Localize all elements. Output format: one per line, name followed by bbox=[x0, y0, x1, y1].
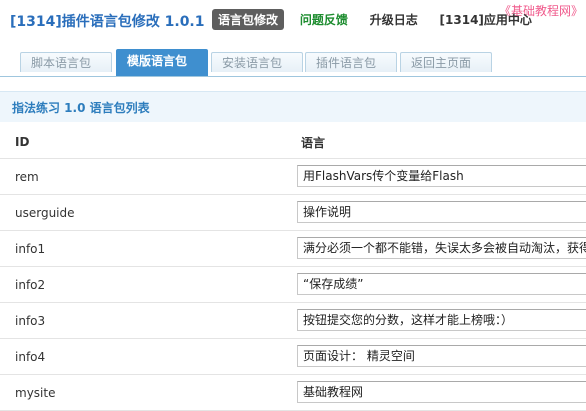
row-id: info3 bbox=[15, 314, 46, 328]
value-input[interactable]: 满分必须一个都不能错，失误太多会被自动淘汰，获得 bbox=[297, 237, 586, 259]
nav-language-pack-edit[interactable]: 语言包修改 bbox=[212, 9, 285, 30]
language-table: ID 语言 rem 用FlashVars传个变量给Flash userguide… bbox=[0, 124, 586, 411]
tab-plugin-language-pack[interactable]: 插件语言包 bbox=[305, 52, 397, 72]
row-id: mysite bbox=[15, 386, 56, 400]
table-row: info1 满分必须一个都不能错，失误太多会被自动淘汰，获得 bbox=[0, 231, 586, 267]
nav-app-center[interactable]: [1314]应用中心 bbox=[434, 9, 538, 30]
row-id: info1 bbox=[15, 242, 46, 256]
nav-changelog[interactable]: 升级日志 bbox=[364, 9, 424, 30]
column-header-id: ID bbox=[15, 135, 30, 149]
table-row: mysite 基础教程网 bbox=[0, 375, 586, 411]
value-input[interactable]: 基础教程网 bbox=[297, 381, 586, 403]
tab-script-language-pack[interactable]: 脚本语言包 bbox=[20, 52, 112, 72]
table-header: ID 语言 bbox=[0, 124, 586, 159]
row-id: rem bbox=[15, 170, 39, 184]
value-input[interactable]: 页面设计： 精灵空间 bbox=[297, 345, 586, 367]
row-id: info4 bbox=[15, 350, 46, 364]
top-bar: [1314]插件语言包修改 1.0.1 语言包修改 问题反馈 升级日志 [131… bbox=[0, 0, 586, 40]
column-header-language: 语言 bbox=[301, 136, 326, 150]
section-title: 指法练习 1.0 语言包列表 bbox=[12, 101, 150, 115]
row-id: info2 bbox=[15, 278, 46, 292]
table-row: userguide 操作说明 bbox=[0, 195, 586, 231]
table-row: info2 “保存成绩” bbox=[0, 267, 586, 303]
tab-strip: 脚本语言包 模版语言包 安装语言包 插件语言包 返回主页面 bbox=[0, 48, 586, 77]
section-header: 指法练习 1.0 语言包列表 bbox=[0, 91, 586, 122]
tab-template-language-pack[interactable]: 模版语言包 bbox=[116, 49, 208, 76]
value-input[interactable]: 操作说明 bbox=[297, 201, 586, 223]
value-input[interactable]: “保存成绩” bbox=[297, 273, 586, 295]
row-id: userguide bbox=[15, 206, 75, 220]
value-input[interactable]: 用FlashVars传个变量给Flash bbox=[297, 165, 586, 187]
app-title: [1314]插件语言包修改 1.0.1 bbox=[10, 14, 205, 30]
top-nav: 语言包修改 问题反馈 升级日志 [1314]应用中心 bbox=[212, 9, 544, 30]
table-row: info3 按钮提交您的分数，这样才能上榜哦：） bbox=[0, 303, 586, 339]
table-row: rem 用FlashVars传个变量给Flash bbox=[0, 159, 586, 195]
nav-feedback[interactable]: 问题反馈 bbox=[294, 9, 354, 30]
value-input[interactable]: 按钮提交您的分数，这样才能上榜哦：） bbox=[297, 309, 586, 331]
tab-back-home[interactable]: 返回主页面 bbox=[400, 52, 492, 72]
table-row: info4 页面设计： 精灵空间 bbox=[0, 339, 586, 375]
tab-install-language-pack[interactable]: 安装语言包 bbox=[211, 52, 303, 72]
